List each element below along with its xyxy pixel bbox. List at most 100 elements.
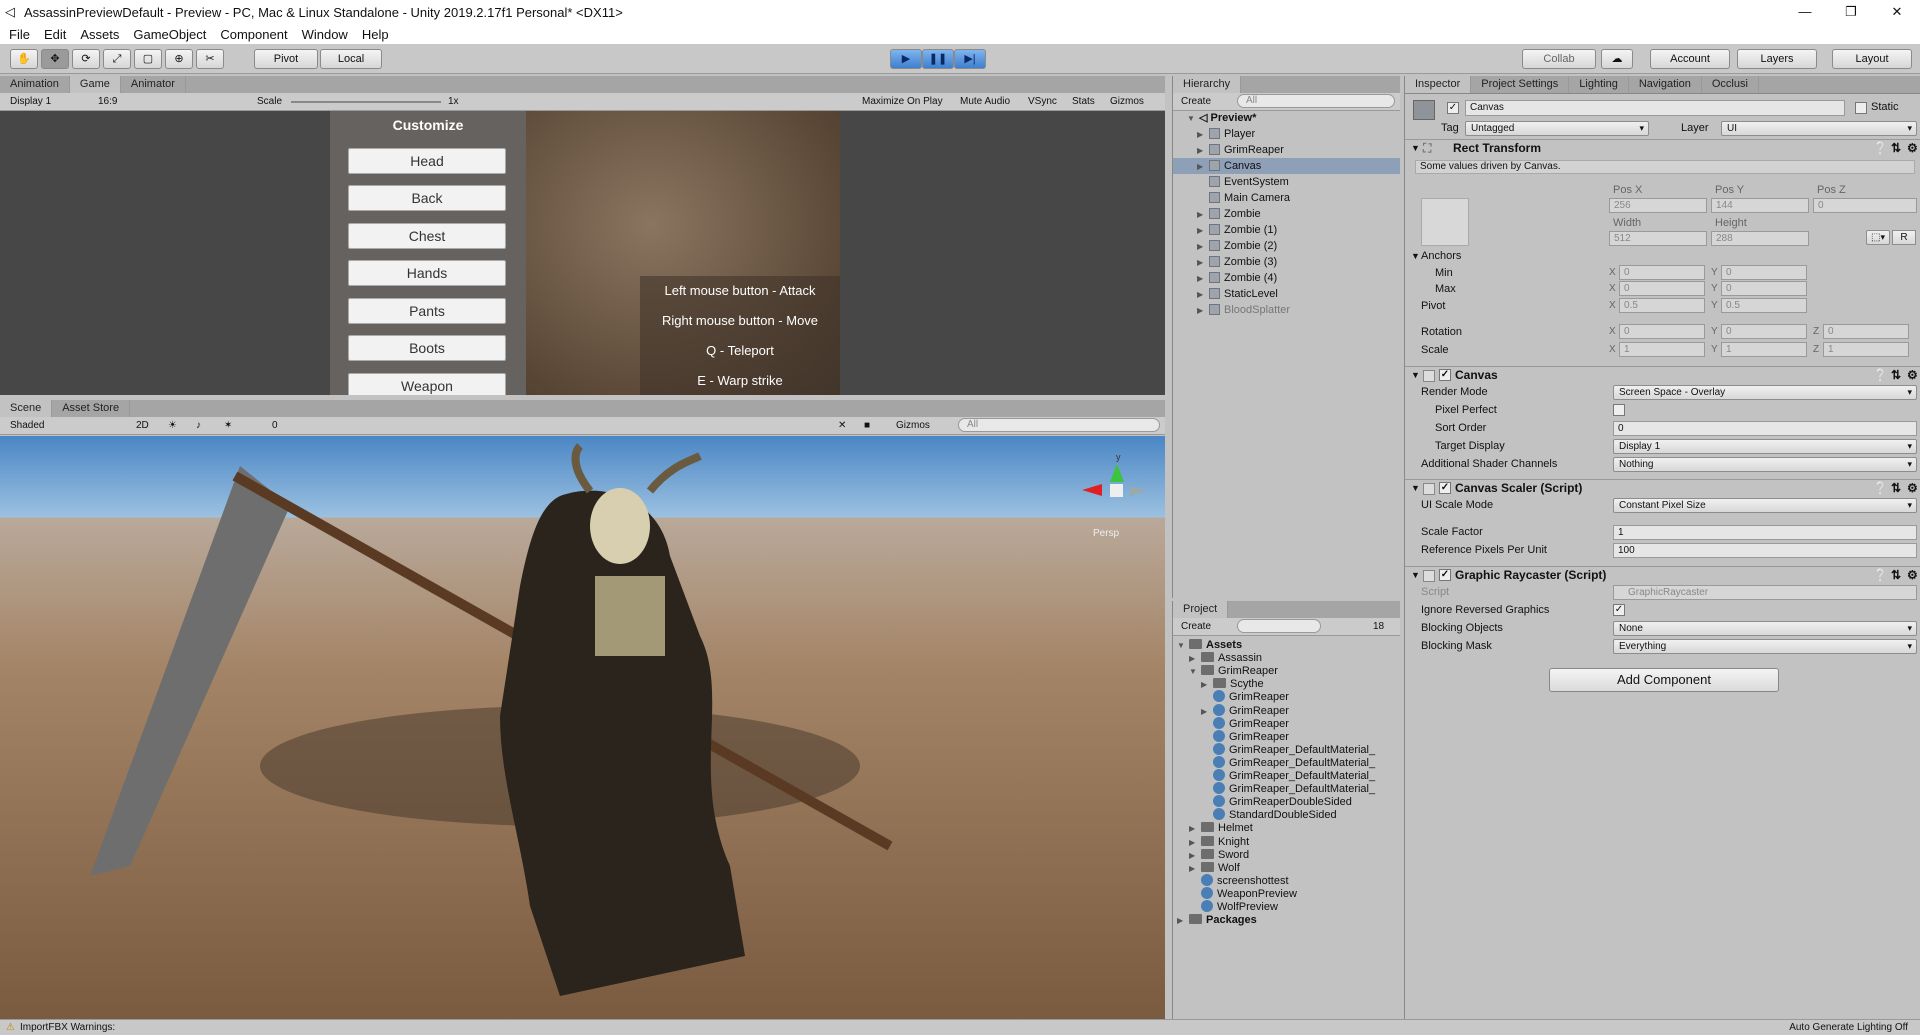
expand-arrow-icon[interactable]: ▶ — [1177, 913, 1189, 929]
pivot-toggle[interactable]: Pivot — [254, 49, 318, 69]
pivot-x-field[interactable]: 0.5 — [1619, 298, 1705, 313]
shading-mode-select[interactable]: Shaded — [10, 417, 44, 434]
hierarchy-item[interactable]: ▶ Zombie (4) — [1173, 270, 1400, 286]
back-button[interactable]: Back — [348, 185, 506, 211]
menu-file[interactable]: File — [9, 27, 30, 42]
project-folder[interactable]: ▶ Packages — [1173, 912, 1400, 928]
rotation-z-field[interactable]: 0 — [1823, 324, 1909, 339]
anchor-preset-box[interactable] — [1421, 198, 1469, 246]
hierarchy-item[interactable]: ▶ Player — [1173, 126, 1400, 142]
render-mode-dropdown[interactable]: Screen Space - Overlay — [1613, 385, 1917, 400]
expand-arrow-icon[interactable]: ▶ — [1197, 207, 1209, 223]
layout-dropdown[interactable]: Layout — [1832, 49, 1912, 69]
raycaster-enabled-checkbox[interactable]: ✓ — [1439, 569, 1451, 581]
minimize-button[interactable]: — — [1782, 0, 1828, 24]
tab-lighting[interactable]: Lighting — [1569, 76, 1629, 93]
pause-icon[interactable]: ❚❚ — [922, 49, 954, 69]
hierarchy-item[interactable]: ▶ Zombie (2) — [1173, 238, 1400, 254]
scale-factor-field[interactable]: 1 — [1613, 525, 1917, 540]
help-icon[interactable]: ❔ — [1873, 480, 1888, 497]
tag-dropdown[interactable]: Untagged — [1465, 121, 1649, 136]
blueprint-mode-icon[interactable]: ⬚ — [1866, 230, 1890, 245]
scale-x-field[interactable]: 1 — [1619, 342, 1705, 357]
settings-gear-icon[interactable]: ⚙ — [1907, 567, 1918, 584]
move-tool-icon[interactable]: ✥ — [41, 49, 69, 69]
camera-icon[interactable]: ■ — [864, 417, 870, 434]
pixel-perfect-checkbox[interactable] — [1613, 404, 1625, 416]
tools-icon[interactable]: ✕ — [838, 417, 846, 434]
expand-arrow-icon[interactable]: ▶ — [1197, 271, 1209, 287]
anchor-max-y-field[interactable]: 0 — [1721, 281, 1807, 296]
canvas-enabled-checkbox[interactable]: ✓ — [1439, 369, 1451, 381]
help-icon[interactable]: ❔ — [1873, 367, 1888, 384]
anchor-min-y-field[interactable]: 0 — [1721, 265, 1807, 280]
play-icon[interactable]: ▶ — [890, 49, 922, 69]
rotation-x-field[interactable]: 0 — [1619, 324, 1705, 339]
expand-arrow-icon[interactable]: ▶ — [1197, 239, 1209, 255]
persp-label[interactable]: Persp — [1093, 528, 1119, 539]
gizmos-toggle[interactable]: Gizmos — [1110, 93, 1144, 110]
menu-assets[interactable]: Assets — [80, 27, 119, 42]
expand-arrow-icon[interactable]: ▶ — [1197, 143, 1209, 159]
tab-animator[interactable]: Animator — [121, 76, 186, 93]
expand-arrow-icon[interactable]: ▶ — [1197, 159, 1209, 175]
settings-gear-icon[interactable]: ⚙ — [1907, 480, 1918, 497]
rect-tool-icon[interactable]: ▢ — [134, 49, 162, 69]
account-dropdown[interactable]: Account — [1650, 49, 1730, 69]
help-icon[interactable]: ❔ — [1873, 140, 1888, 157]
tab-project-settings[interactable]: Project Settings — [1471, 76, 1570, 93]
hierarchy-item[interactable]: ▶ BloodSplatter — [1173, 302, 1400, 318]
reference-ppu-field[interactable]: 100 — [1613, 543, 1917, 558]
hidden-count[interactable]: 0 — [272, 417, 278, 434]
audio-icon[interactable]: ♪ — [196, 417, 201, 434]
preset-icon[interactable]: ⇅ — [1891, 367, 1901, 384]
anchor-min-x-field[interactable]: 0 — [1619, 265, 1705, 280]
hierarchy-item[interactable]: ▶ GrimReaper — [1173, 142, 1400, 158]
menu-edit[interactable]: Edit — [44, 27, 66, 42]
hidden-packages-count[interactable]: 18 — [1373, 618, 1384, 635]
settings-gear-icon[interactable]: ⚙ — [1907, 140, 1918, 157]
rotation-y-field[interactable]: 0 — [1721, 324, 1807, 339]
scene-search-input[interactable]: All — [958, 418, 1160, 432]
tab-occlusion[interactable]: Occlusi — [1702, 76, 1759, 93]
maximize-button[interactable]: ❐ — [1828, 0, 1874, 24]
expand-arrow-icon[interactable]: ▶ — [1197, 287, 1209, 303]
tab-game[interactable]: Game — [69, 76, 121, 93]
expand-arrow-icon[interactable]: ▶ — [1197, 255, 1209, 271]
collab-button[interactable]: Collab — [1522, 49, 1596, 69]
shader-channels-dropdown[interactable]: Nothing — [1613, 457, 1917, 472]
scene-root[interactable]: ▼ ◁ Preview* — [1173, 110, 1400, 126]
ignore-reversed-checkbox[interactable]: ✓ — [1613, 604, 1625, 616]
help-icon[interactable]: ❔ — [1873, 567, 1888, 584]
transform-tool-icon[interactable]: ⊕ — [165, 49, 193, 69]
tab-inspector[interactable]: Inspector — [1405, 76, 1472, 93]
scale-tool-icon[interactable]: ⤢ — [103, 49, 131, 69]
tab-animation[interactable]: Animation — [0, 76, 70, 93]
anchor-max-x-field[interactable]: 0 — [1619, 281, 1705, 296]
scale-y-field[interactable]: 1 — [1721, 342, 1807, 357]
menu-help[interactable]: Help — [362, 27, 389, 42]
static-checkbox[interactable] — [1855, 102, 1867, 114]
tab-scene[interactable]: Scene — [0, 400, 53, 417]
tab-navigation[interactable]: Navigation — [1629, 76, 1702, 93]
settings-gear-icon[interactable]: ⚙ — [1907, 367, 1918, 384]
tab-project[interactable]: Project — [1173, 601, 1229, 618]
step-icon[interactable]: ▶| — [954, 49, 986, 69]
sort-order-field[interactable]: 0 — [1613, 421, 1917, 436]
scene-gizmos-toggle[interactable]: Gizmos — [896, 417, 930, 434]
layers-dropdown[interactable]: Layers — [1737, 49, 1817, 69]
expand-arrow-icon[interactable]: ▶ — [1197, 127, 1209, 143]
raw-edit-button[interactable]: R — [1892, 230, 1916, 245]
menu-component[interactable]: Component — [220, 27, 287, 42]
hierarchy-item[interactable]: ▶ Zombie (3) — [1173, 254, 1400, 270]
custom-tool-icon[interactable]: ✂ — [196, 49, 224, 69]
2d-toggle[interactable]: 2D — [136, 417, 149, 434]
layer-dropdown[interactable]: UI — [1721, 121, 1917, 136]
expand-arrow-icon[interactable]: ▶ — [1197, 303, 1209, 319]
hierarchy-item[interactable]: ▶ Zombie (1) — [1173, 222, 1400, 238]
anchors-collapse-icon[interactable]: ▼ — [1411, 251, 1420, 261]
scene-view[interactable]: y Persp — [0, 436, 1165, 1019]
close-button[interactable]: ✕ — [1874, 0, 1920, 24]
head-button[interactable]: Head — [348, 148, 506, 174]
display-select[interactable]: Display 1 — [10, 93, 51, 110]
